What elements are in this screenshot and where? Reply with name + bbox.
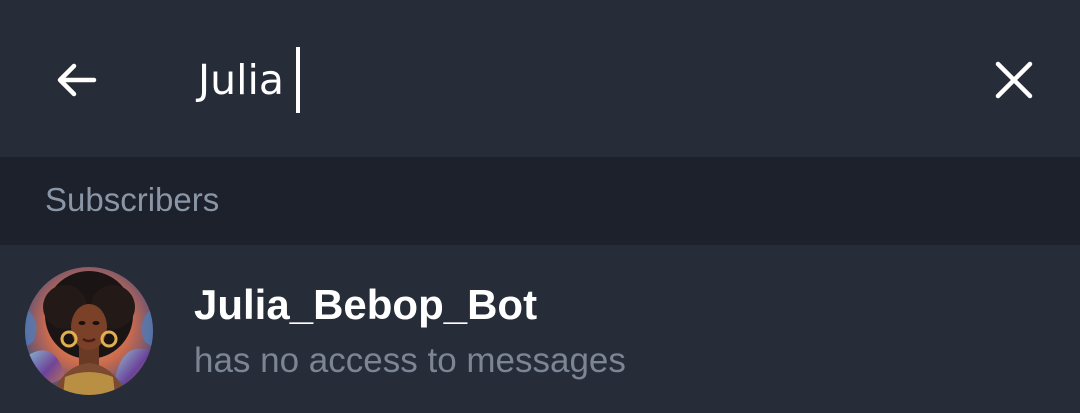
list-item[interactable]: Julia_Bebop_Bot has no access to message… (0, 245, 1080, 413)
avatar[interactable] (25, 267, 153, 395)
close-icon (995, 61, 1033, 99)
section-title: Subscribers (45, 181, 220, 218)
search-input-value[interactable]: Julia (198, 56, 284, 104)
search-screen: Julia Subscribers Julia_Bebop_Bot has no… (0, 0, 1080, 413)
search-header: Julia (0, 0, 1080, 157)
result-status: has no access to messages (194, 341, 626, 380)
back-button[interactable] (40, 44, 112, 116)
text-cursor (295, 47, 300, 113)
search-input[interactable]: Julia (198, 40, 300, 120)
clear-search-button[interactable] (978, 44, 1050, 116)
section-header: Subscribers (0, 157, 1080, 245)
result-name: Julia_Bebop_Bot (194, 281, 538, 328)
arrow-left-icon (57, 63, 97, 97)
avatar-image (25, 267, 153, 395)
